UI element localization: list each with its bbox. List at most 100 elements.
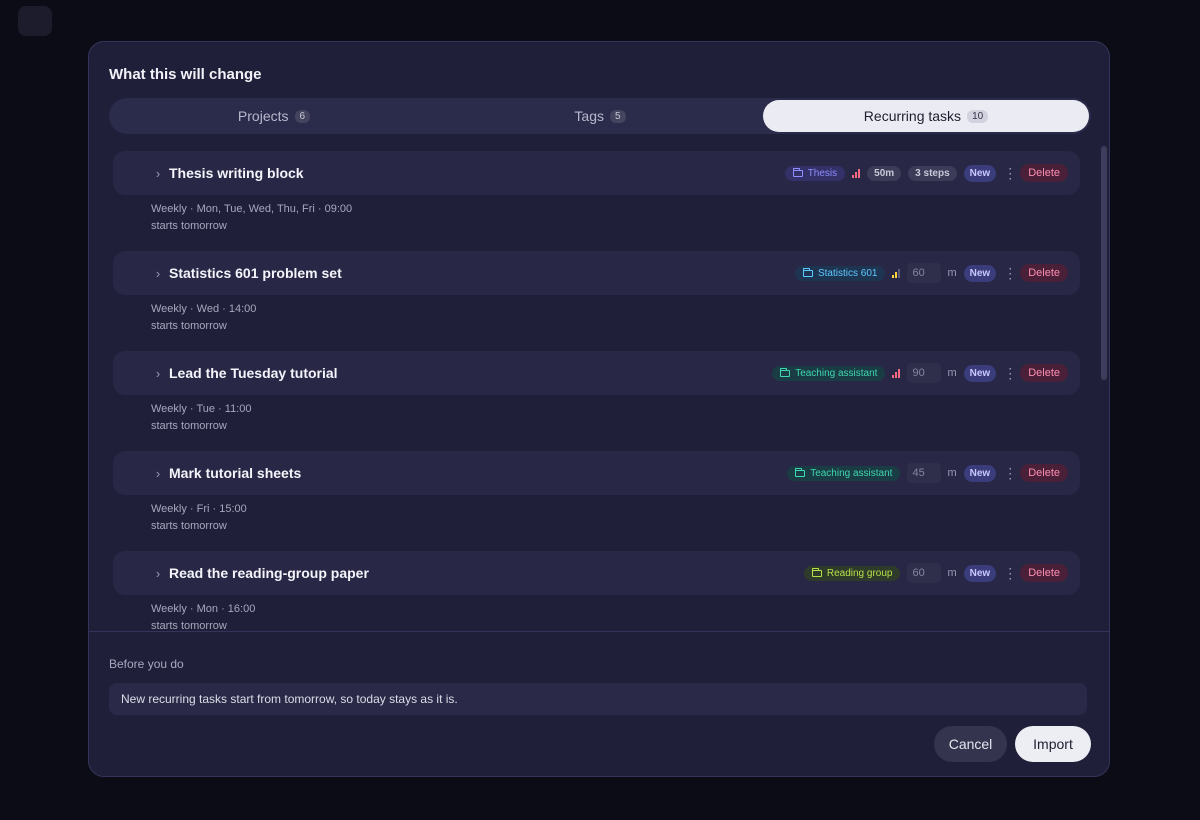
chevron-right-icon[interactable]: › (151, 166, 165, 181)
footer-divider (89, 631, 1109, 632)
cancel-button[interactable]: Cancel (934, 726, 1007, 762)
folder-icon (811, 567, 822, 577)
priority-bars-icon (892, 268, 901, 278)
task-title: Thesis writing block (169, 165, 304, 181)
duration-input[interactable]: 90 (907, 363, 942, 383)
schedule-text: Weekly · Fri · 15:00 (151, 503, 247, 515)
folder-icon (795, 467, 806, 477)
tab-count-badge: 5 (610, 109, 626, 123)
new-badge: New (963, 264, 997, 282)
new-badge: New (963, 164, 997, 182)
start-text: starts tomorrow (151, 620, 227, 631)
recurring-task-list: › Thesis writing block Thesis 50m 3 steps New… (113, 149, 1081, 631)
more-options-icon[interactable]: ⋮ (1003, 265, 1017, 282)
scrollbar-thumb[interactable] (1101, 146, 1107, 380)
more-options-icon[interactable]: ⋮ (1003, 465, 1017, 482)
schedule-text: Weekly · Tue · 11:00 (151, 403, 252, 415)
new-badge: New (963, 364, 997, 382)
task-meta: Statistics 601 60 m New ⋮ Delete (794, 263, 1068, 283)
duration-pill: 50m (867, 165, 902, 181)
task-header[interactable]: › Read the reading-group paper Reading gro… (113, 551, 1080, 595)
info-note: New recurring tasks start from tomorrow,… (109, 683, 1087, 715)
task-meta: Teaching assistant 45 m New ⋮ Delete (787, 463, 1068, 483)
project-chip[interactable]: Teaching assistant (787, 465, 901, 481)
tab-label: Recurring tasks (863, 108, 962, 124)
chevron-right-icon[interactable]: › (151, 466, 165, 481)
chevron-right-icon[interactable]: › (151, 566, 165, 581)
start-text: starts tomorrow (151, 520, 227, 532)
project-name: Teaching assistant (810, 467, 893, 479)
new-badge: New (963, 464, 997, 482)
task-header[interactable]: › Mark tutorial sheets Teaching assistant 4… (113, 451, 1080, 495)
project-chip[interactable]: Reading group (803, 565, 901, 581)
task-header[interactable]: › Statistics 601 problem set Statistics 60… (113, 251, 1080, 295)
tab-label: Projects (237, 108, 289, 124)
duration-input[interactable]: 45 (907, 463, 942, 483)
steps-pill: 3 steps (908, 165, 957, 181)
delete-button[interactable]: Delete (1020, 464, 1068, 482)
schedule-text: Weekly · Wed · 14:00 (151, 303, 257, 315)
chevron-right-icon[interactable]: › (151, 366, 165, 381)
project-chip[interactable]: Thesis (784, 165, 846, 181)
duration-unit: m (947, 567, 957, 579)
task-meta: Reading group 60 m New ⋮ Delete (803, 563, 1068, 583)
task-schedule: Weekly · Tue · 11:00 starts tomorrow (151, 401, 251, 435)
task-title: Read the reading-group paper (169, 565, 369, 581)
task-title: Statistics 601 problem set (169, 265, 342, 281)
folder-icon (802, 267, 813, 277)
task-schedule: Weekly · Mon · 16:00 starts tomorrow (151, 601, 255, 631)
tab-count-badge: 10 (967, 109, 989, 123)
project-name: Reading group (826, 567, 893, 579)
task-title: Mark tutorial sheets (169, 465, 302, 481)
duration-unit: m (947, 267, 957, 279)
task-row: › Statistics 601 problem set Statistics 60… (113, 249, 1081, 349)
import-button[interactable]: Import (1015, 726, 1091, 762)
start-text: starts tomorrow (151, 320, 227, 332)
background-app-icon (18, 6, 52, 36)
schedule-text: Weekly · Mon · 16:00 (151, 603, 256, 615)
priority-bars-icon (892, 368, 901, 378)
task-schedule: Weekly · Mon, Tue, Wed, Thu, Fri · 09:00… (151, 201, 352, 235)
tab-tags[interactable]: Tags 5 (437, 100, 763, 132)
start-text: starts tomorrow (151, 420, 227, 432)
delete-button[interactable]: Delete (1020, 164, 1068, 182)
start-text: starts tomorrow (151, 220, 227, 232)
delete-button[interactable]: Delete (1020, 564, 1068, 582)
more-options-icon[interactable]: ⋮ (1003, 165, 1017, 182)
task-row: › Mark tutorial sheets Teaching assistant 4… (113, 449, 1081, 549)
dialog-title: What this will change (109, 66, 262, 83)
task-row: › Read the reading-group paper Reading gro… (113, 549, 1081, 631)
priority-bars-icon (852, 168, 861, 178)
project-name: Thesis (807, 167, 838, 179)
delete-button[interactable]: Delete (1020, 264, 1068, 282)
more-options-icon[interactable]: ⋮ (1003, 565, 1017, 582)
task-row: › Lead the Tuesday tutorial Teaching assis… (113, 349, 1081, 449)
tab-projects[interactable]: Projects 6 (111, 100, 437, 132)
task-title: Lead the Tuesday tutorial (169, 365, 338, 381)
task-header[interactable]: › Thesis writing block Thesis 50m 3 steps New… (113, 151, 1080, 195)
tab-recurring-tasks[interactable]: Recurring tasks 10 (763, 100, 1089, 132)
duration-input[interactable]: 60 (907, 563, 942, 583)
tab-count-badge: 6 (294, 109, 311, 123)
task-header[interactable]: › Lead the Tuesday tutorial Teaching assis… (113, 351, 1080, 395)
folder-icon (792, 167, 803, 177)
project-name: Teaching assistant (795, 367, 878, 379)
tab-label: Tags (574, 108, 604, 124)
chevron-right-icon[interactable]: › (151, 266, 165, 281)
task-schedule: Weekly · Wed · 14:00 starts tomorrow (151, 301, 256, 335)
project-chip[interactable]: Teaching assistant (772, 365, 886, 381)
project-chip[interactable]: Statistics 601 (794, 265, 886, 281)
task-meta: Teaching assistant 90 m New ⋮ Delete (772, 363, 1068, 383)
before-you-do-label: Before you do (109, 657, 184, 671)
project-name: Statistics 601 (817, 267, 878, 279)
schedule-text: Weekly · Mon, Tue, Wed, Thu, Fri · 09:00 (151, 203, 353, 215)
tab-bar: Projects 6 Tags 5 Recurring tasks 10 (109, 98, 1091, 134)
task-meta: Thesis 50m 3 steps New ⋮ Delete (784, 164, 1068, 182)
delete-button[interactable]: Delete (1020, 364, 1068, 382)
duration-unit: m (947, 467, 957, 479)
new-badge: New (963, 564, 997, 582)
task-schedule: Weekly · Fri · 15:00 starts tomorrow (151, 501, 247, 535)
duration-input[interactable]: 60 (907, 263, 942, 283)
more-options-icon[interactable]: ⋮ (1003, 365, 1017, 382)
duration-unit: m (947, 367, 957, 379)
